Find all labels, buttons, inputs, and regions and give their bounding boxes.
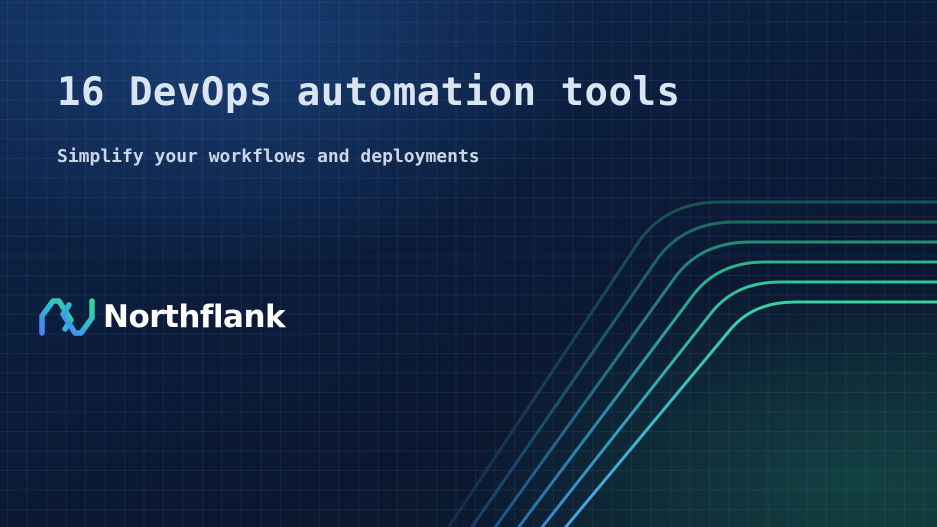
stripe-6 [555,302,937,527]
northflank-logo-icon [38,296,96,338]
brand-name: Northflank [103,299,285,335]
page-title: 16 DevOps automation tools [57,70,680,115]
page-subtitle: Simplify your workflows and deployments [57,146,480,167]
hero-banner: 16 DevOps automation tools Simplify your… [0,0,937,527]
brand-logo: Northflank [38,296,285,338]
stripe-5 [532,282,937,527]
stripe-1 [440,202,937,527]
stripe-3 [486,242,937,527]
stripe-2 [463,222,937,527]
